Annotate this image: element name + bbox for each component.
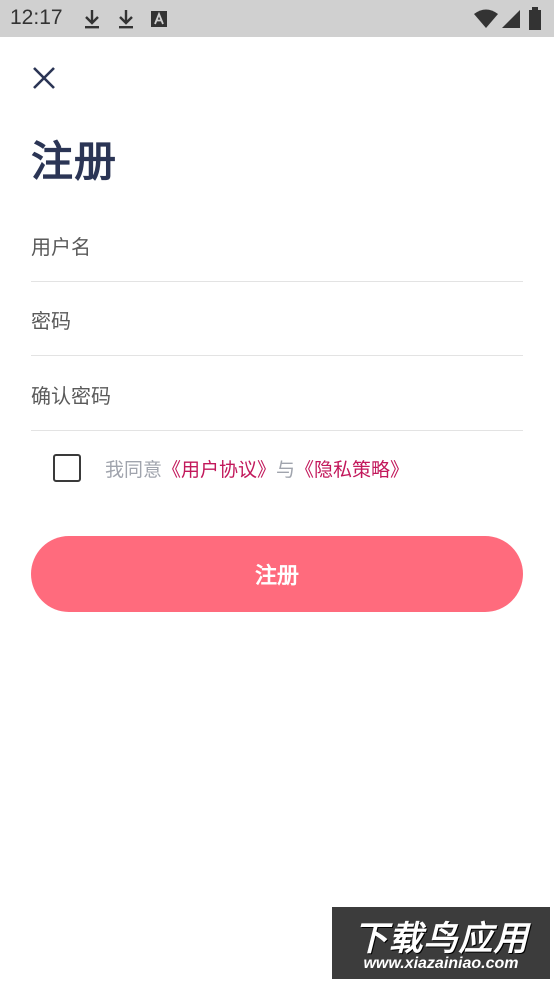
watermark-logo: 下载鸟应用 www.xiazainiao.com [332,907,550,979]
user-agreement-link[interactable]: 《用户协议》 [162,459,276,481]
agreement-text: 我同意《用户协议》与《隐私策略》 [105,455,409,482]
confirm-password-input[interactable] [31,384,523,408]
username-field-container [31,208,523,282]
status-time: 12:17 [10,6,63,29]
confirm-password-field-container [31,357,523,431]
close-button[interactable] [28,64,60,96]
password-input[interactable] [31,309,523,333]
agree-checkbox[interactable] [53,454,81,482]
watermark-url: www.xiazainiao.com [363,955,519,972]
status-bar: 12:17 [0,0,554,37]
agree-prefix: 我同意 [105,458,163,481]
wifi-icon [474,9,498,29]
username-input[interactable] [31,235,523,259]
privacy-policy-link[interactable]: 《隐私策略》 [295,459,409,481]
page-title: 注册 [31,137,118,186]
close-icon [32,66,56,94]
register-button[interactable]: 注册 [31,536,523,612]
agreement-row: 我同意《用户协议》与《隐私策略》 [53,452,409,484]
battery-icon [528,7,542,31]
watermark-title: 下载鸟应用 [353,919,529,959]
password-field-container [31,282,523,356]
agree-and: 与 [276,458,296,481]
download-icon [116,8,136,30]
signal-icon [502,9,520,29]
download-icon [82,8,102,30]
font-a-icon [150,10,168,28]
